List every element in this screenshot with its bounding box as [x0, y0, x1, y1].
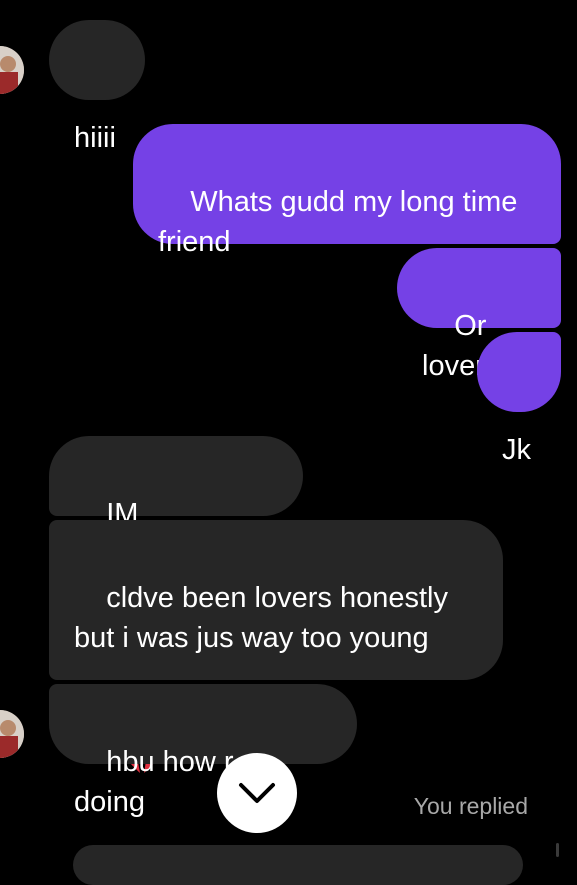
reply-preview-bubble[interactable] — [73, 845, 523, 885]
message-bubble-incoming[interactable]: IM GOODDDD — [49, 436, 303, 570]
message-bubble-incoming[interactable]: hbu how r u doing — [49, 684, 357, 818]
scroll-to-bottom-button[interactable] — [217, 753, 297, 833]
message-bubble-outgoing[interactable]: Jk — [477, 332, 561, 466]
you-replied-label: You replied — [413, 793, 528, 819]
sender-avatar[interactable] — [0, 46, 24, 94]
sender-avatar[interactable] — [0, 710, 24, 758]
message-text: cldve been lovers honestly but i was jus… — [74, 582, 457, 654]
message-text: Jk — [502, 434, 531, 466]
message-text: hiiii — [74, 122, 116, 154]
message-bubble-outgoing[interactable]: Or lover — [397, 248, 561, 382]
scrollbar[interactable] — [556, 843, 559, 857]
avatar-photo — [0, 710, 24, 758]
chevron-down-icon — [239, 783, 275, 803]
message-bubble-incoming[interactable]: cldve been lovers honestly but i was jus… — [49, 520, 503, 773]
message-bubble-incoming[interactable]: hiiii — [49, 20, 145, 154]
message-bubble-outgoing[interactable]: Whats gudd my long time friend — [133, 124, 561, 258]
avatar-photo — [0, 46, 24, 94]
